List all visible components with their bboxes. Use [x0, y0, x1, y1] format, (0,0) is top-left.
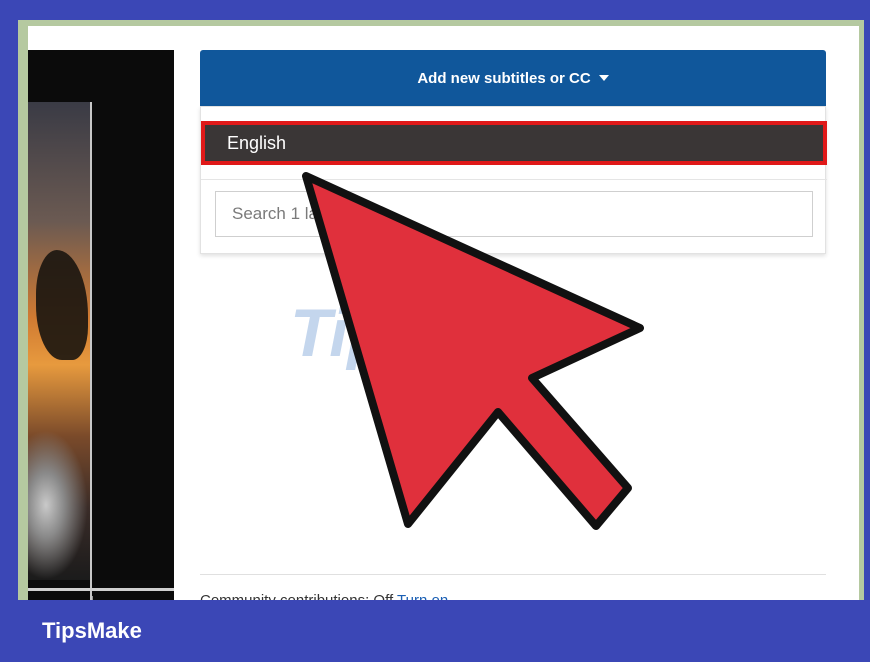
language-search-input[interactable]	[215, 191, 813, 237]
language-option-english[interactable]: English	[201, 121, 827, 165]
content-area: ⚙ Add new subtitles or CC English TipsMa…	[28, 26, 859, 610]
video-mist	[28, 430, 88, 580]
watermark-suffix: .com	[548, 344, 581, 360]
brand-footer: TipsMake	[0, 600, 870, 662]
video-player[interactable]: ⚙	[28, 50, 174, 610]
language-option-label: English	[227, 132, 287, 153]
chevron-down-icon	[598, 75, 609, 81]
watermark-logo: TipsMake	[290, 295, 592, 371]
add-subtitles-label: Add new subtitles or CC	[417, 69, 591, 87]
language-dropdown: English	[200, 106, 827, 254]
video-divider	[90, 102, 92, 610]
add-subtitles-button[interactable]: Add new subtitles or CC	[200, 50, 826, 106]
section-divider	[200, 574, 826, 575]
video-progress-bar[interactable]	[28, 588, 174, 591]
brand-name: TipsMake	[42, 618, 142, 643]
dropdown-divider	[201, 179, 827, 180]
